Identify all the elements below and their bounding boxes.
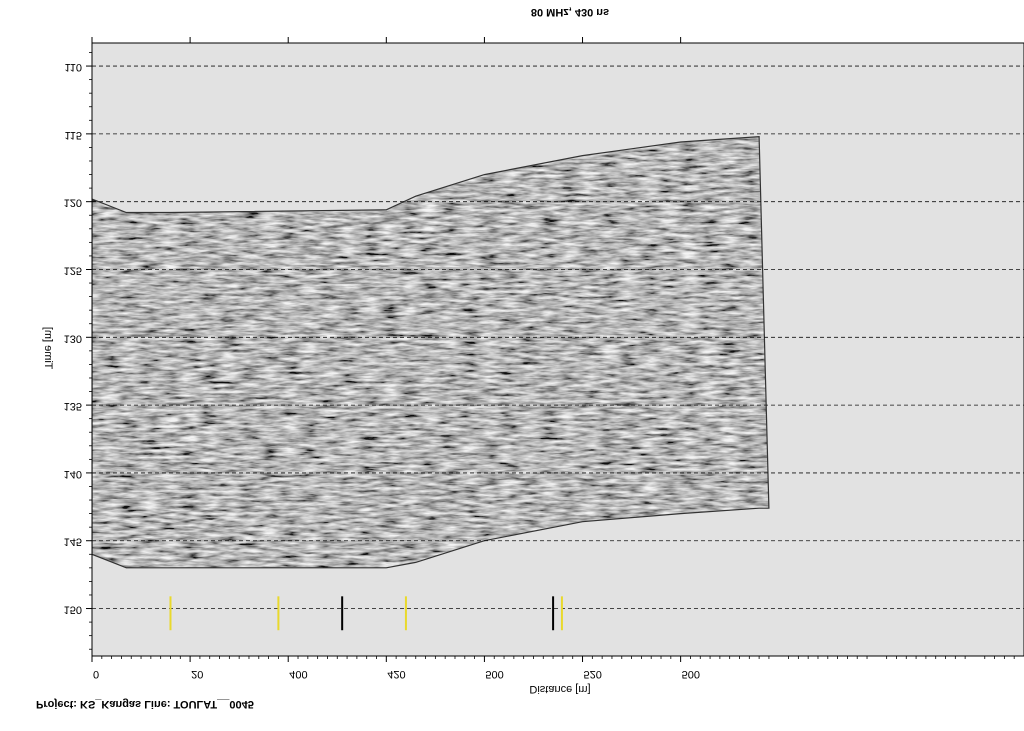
x-tick-label: 500 [485, 668, 503, 680]
x-tick-label: 520 [584, 668, 602, 680]
y-tick-label: 150 [64, 604, 82, 616]
y-axis-label: Time [m] [42, 327, 54, 369]
y-tick-label: 120 [64, 197, 82, 209]
x-axis-label: Distance [m] [529, 683, 590, 695]
y-tick-label: 115 [64, 129, 82, 141]
y-tick-label: 145 [64, 536, 82, 548]
x-tick-label: 420 [387, 668, 405, 680]
y-tick-label: 110 [64, 61, 82, 73]
chart-title: 80 MHz, 430 ns [530, 6, 610, 18]
y-tick-label: 130 [64, 332, 82, 344]
radargram-chart: 110 115 120 125 130 135 140 145 150 0 20 400 420 500 5… [42, 37, 1024, 695]
project-line-label: Project: KS_Kangas Line: TOULAT__0045 [36, 698, 254, 710]
x-tick-label: 400 [289, 668, 307, 680]
y-tick-label: 135 [64, 400, 82, 412]
x-tick-label: 20 [191, 668, 203, 680]
y-tick-label: 140 [64, 468, 82, 480]
y-tick-label: 125 [64, 264, 82, 276]
x-tick-label: 500 [682, 668, 700, 680]
x-tick-label: 0 [93, 668, 99, 680]
